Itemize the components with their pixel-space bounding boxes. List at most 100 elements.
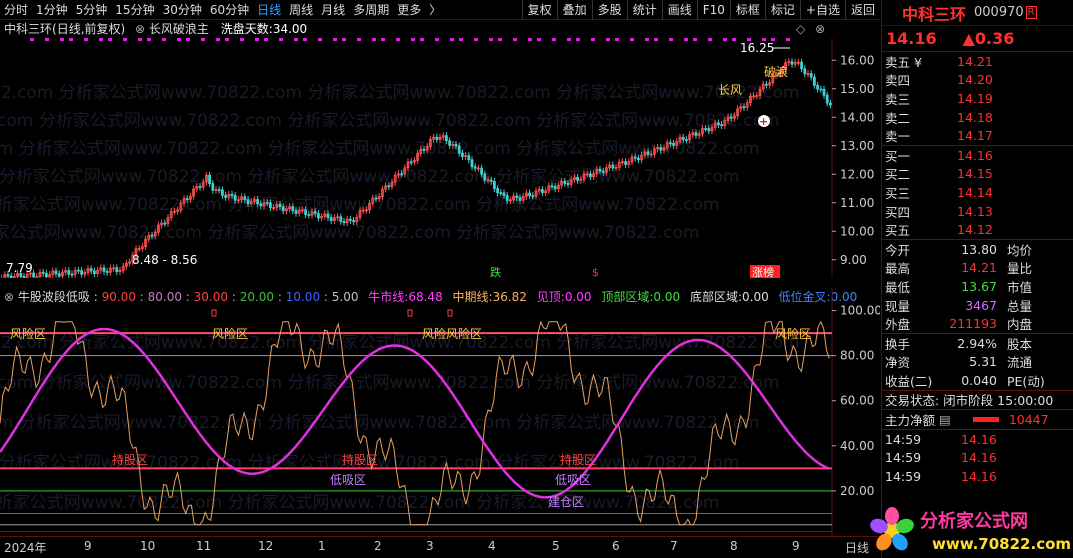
signal-marker: [513, 38, 517, 41]
signal-marker: [537, 38, 541, 41]
signal-marker: [240, 38, 244, 41]
signal-marker: [591, 38, 595, 41]
signal-marker: [123, 38, 127, 41]
candle-body: [659, 147, 663, 151]
tab-5[interactable]: 60分钟: [206, 0, 253, 20]
signal-marker: [201, 38, 205, 41]
kline-chart[interactable]: 22.com 分析家公式网www.70822.com 分析家公式网www.708…: [0, 38, 880, 278]
tool-tab-6[interactable]: 标框: [729, 0, 765, 20]
quote-level-row[interactable]: 卖三 14.19: [882, 89, 1073, 108]
candle-body: [57, 273, 61, 277]
zone-label: 低吸区: [330, 473, 366, 487]
candle-body: [54, 270, 58, 275]
candle-body: [518, 197, 522, 201]
candle-body: [77, 269, 80, 272]
diamond-icon[interactable]: ◇: [796, 22, 805, 36]
candle-body: [45, 272, 48, 278]
signal-marker: [264, 38, 268, 41]
quote-stats: 今开 13.80 均价 最高 14.21 量比 最低 13.67 市值 现量 3467 总量 外盘 211…: [882, 240, 1073, 333]
stat-label: 今开: [885, 242, 911, 258]
close-icon[interactable]: ⊗: [815, 22, 825, 36]
quote-level-row[interactable]: 卖五 ¥ 14.21: [882, 52, 1073, 71]
candle-body: [800, 61, 803, 70]
stat-row: 最低 13.67 市值: [882, 277, 1073, 296]
quote-level-row[interactable]: 买五 14.12: [882, 220, 1073, 239]
tool-tab-5[interactable]: F10: [696, 0, 730, 20]
quote-stock-code: 000970: [974, 5, 1024, 20]
tab-7[interactable]: 周线: [285, 0, 317, 20]
main-flow-row[interactable]: 主力净额 ▤ 10447: [882, 410, 1073, 429]
kchart-header: 中科三环(日线,前复权) ⊗ 长风破浪主 洗盘天数:34.00: [4, 21, 307, 37]
zone-label: 持股区: [560, 452, 596, 467]
tab-8[interactable]: 月线: [317, 0, 349, 20]
stat-label-2: 内盘: [1007, 317, 1033, 333]
tab-9[interactable]: 多周期: [349, 0, 393, 20]
watermark-text: 22.com 分析家公式网www.70822.com 分析家公式网www.708…: [0, 83, 800, 103]
tool-tab-8[interactable]: +自选: [799, 0, 845, 20]
watermark-text: 22.com 分析家公式网www.70822.com 分析家公式网www.708…: [0, 333, 800, 353]
collapse-icon[interactable]: ⊗: [135, 22, 145, 36]
candle-body: [329, 217, 333, 222]
candle-body: [387, 185, 391, 188]
tool-tab-7[interactable]: 标记: [764, 0, 800, 20]
stat-label: 现量: [885, 298, 911, 314]
tool-tab-1[interactable]: 叠加: [556, 0, 592, 20]
tool-tab-3[interactable]: 统计: [626, 0, 662, 20]
candle-body: [515, 195, 519, 199]
tool-tab-4[interactable]: 画线: [661, 0, 697, 20]
tab-1[interactable]: 1分钟: [32, 0, 72, 20]
quote-level-row[interactable]: 买二 14.15: [882, 165, 1073, 184]
signal-marker: [723, 38, 727, 41]
tool-tab-2[interactable]: 多股: [591, 0, 627, 20]
tick-row: 14:59 14.16: [882, 467, 1073, 486]
signal-marker: [333, 38, 337, 41]
signal-marker: [654, 38, 658, 41]
tab-3[interactable]: 15分钟: [111, 0, 158, 20]
date-axis: 2024年 9 10 11 12 1 2 3 4 5 6 7 8 9 日线: [0, 536, 880, 558]
high-price-label: 16.25: [740, 41, 774, 55]
stat-value: 5.31: [969, 354, 997, 370]
indicator-name[interactable]: 长风破浪主: [149, 22, 209, 36]
indicator-chart[interactable]: 22.com 分析家公式网www.70822.com 分析家公式网www.708…: [0, 288, 880, 536]
quote-level-row[interactable]: 卖四 14.20: [882, 71, 1073, 90]
candle-body: [268, 202, 272, 208]
signal-marker: [645, 38, 649, 41]
candle-body: [492, 181, 496, 189]
quote-level-row[interactable]: 卖一 14.17: [882, 126, 1073, 145]
signal-marker: [30, 38, 34, 41]
die-tag: 跌: [490, 265, 501, 278]
main-flow-bar: [972, 417, 999, 423]
indicator-tick-label: 100.00: [840, 304, 880, 318]
tab-10[interactable]: 更多: [393, 0, 425, 20]
stat-value: 2.94%: [957, 335, 997, 351]
stat-value: 14.21: [961, 260, 997, 276]
stat-label-2: 总量: [1007, 298, 1033, 314]
date-label: 2: [374, 539, 382, 553]
candle-body: [460, 152, 464, 157]
date-label: 10: [140, 539, 156, 553]
date-label: 8: [730, 539, 738, 553]
tab-0[interactable]: 分时: [0, 0, 32, 20]
tool-tab-9[interactable]: 返回: [844, 0, 880, 20]
period-toolbar: 分时 1分钟 5分钟 15分钟 30分钟 60分钟 日线 周线 月线 多周期 更多〉 复权 叠加 多股统…: [0, 0, 880, 20]
quote-level-row[interactable]: 买四 14.13: [882, 202, 1073, 221]
candle-body: [342, 221, 346, 224]
tab-6[interactable]: 日线: [253, 0, 285, 20]
candle-body: [281, 206, 285, 212]
more-arrow-icon[interactable]: 〉: [425, 0, 445, 20]
signal-marker: [381, 38, 385, 41]
candle-body: [316, 213, 320, 219]
main-flow-label: 主力净额: [885, 413, 936, 429]
signal-box: [447, 309, 453, 317]
quote-level-row[interactable]: 卖二 14.18: [882, 108, 1073, 127]
candle-body: [185, 198, 189, 201]
quote-level-row[interactable]: 买一 14.16: [882, 146, 1073, 165]
signal-marker: [303, 38, 307, 41]
quote-level-row[interactable]: 买三 14.14: [882, 183, 1073, 202]
indicator-tick-label: 20.00: [840, 484, 874, 498]
tool-tab-0[interactable]: 复权: [521, 0, 557, 20]
quote-price-row: 14.16 ▲0.36: [882, 26, 1073, 52]
tab-4[interactable]: 30分钟: [159, 0, 206, 20]
candle-body: [813, 76, 816, 86]
tab-2[interactable]: 5分钟: [72, 0, 112, 20]
